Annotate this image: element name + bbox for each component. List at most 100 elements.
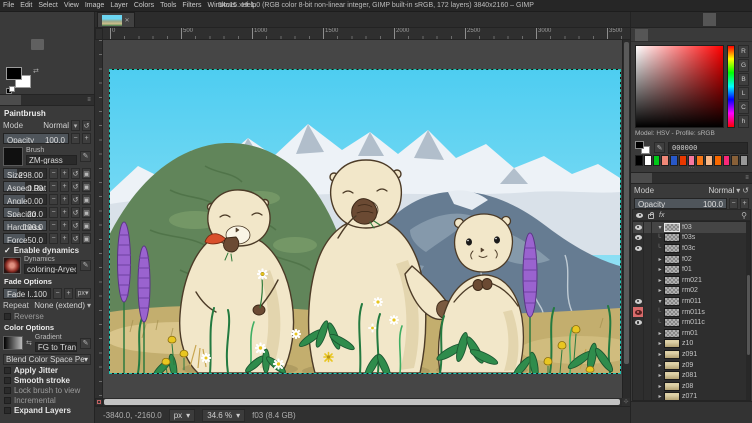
slider-track[interactable]: Angle 0.00 <box>3 194 47 205</box>
opacity-decrement-icon[interactable]: − <box>71 133 80 144</box>
layer-row[interactable]: ▸ z081 <box>633 370 750 381</box>
slider-track[interactable]: Spacing 20.0 <box>3 207 47 218</box>
expander-icon[interactable]: ▸ <box>656 340 664 347</box>
default-colors-icon[interactable] <box>6 86 14 93</box>
visibility-toggle[interactable] <box>633 307 644 318</box>
decrement-icon[interactable]: − <box>49 181 58 192</box>
palette-swatch[interactable] <box>679 155 687 166</box>
horizontal-scrollbar[interactable] <box>103 398 622 406</box>
link-cell[interactable] <box>644 254 652 265</box>
gradient-flip-icon[interactable]: ⇆ <box>26 339 32 347</box>
layer-row[interactable]: ▸ z10 <box>633 339 750 350</box>
unified-transform-tool[interactable] <box>73 27 86 38</box>
menu-item[interactable]: File <box>0 2 17 9</box>
visibility-toggle[interactable] <box>633 296 644 307</box>
palette-swatch[interactable] <box>644 155 652 166</box>
tab-palettes[interactable] <box>689 13 702 26</box>
tab-channels[interactable] <box>652 173 673 183</box>
layer-row[interactable]: ▸ z091 <box>633 349 750 360</box>
channel-button[interactable]: G <box>738 59 749 72</box>
decrement-icon[interactable]: − <box>49 194 58 205</box>
layer-row[interactable]: ▸ f02 <box>633 254 750 265</box>
increment-icon[interactable]: + <box>60 207 69 218</box>
menu-item[interactable]: View <box>61 2 82 9</box>
expander-icon[interactable]: ▸ <box>656 266 664 273</box>
menu-item[interactable]: Image <box>82 2 107 9</box>
visibility-toggle[interactable] <box>633 264 644 275</box>
brush-edit-icon[interactable]: ✎ <box>80 151 91 162</box>
expander-icon[interactable]: ▸ <box>656 330 664 337</box>
layer-list-scrollbar[interactable] <box>746 222 750 400</box>
menu-item[interactable]: Edit <box>17 2 35 9</box>
opacity-decrement-icon[interactable]: − <box>729 198 738 209</box>
hex-color-input[interactable] <box>668 142 748 154</box>
visibility-toggle[interactable] <box>633 233 644 244</box>
tablet-link-icon[interactable]: ▣ <box>82 233 91 244</box>
palette-swatch[interactable] <box>714 155 722 166</box>
expander-icon[interactable]: ▸ <box>656 351 664 358</box>
gradient-name-field[interactable]: FG to Transpar <box>35 342 77 352</box>
reverse-checkbox[interactable]: Reverse <box>0 311 94 321</box>
slider-track[interactable]: Hardness 100.0 <box>3 220 47 231</box>
palette-swatch[interactable] <box>670 155 678 166</box>
visibility-toggle[interactable] <box>633 286 644 297</box>
scroll-left-button[interactable] <box>633 13 646 26</box>
checkbox-box[interactable] <box>4 387 11 394</box>
fade-increment-icon[interactable]: + <box>64 288 73 299</box>
search-icon[interactable]: ⚲ <box>741 211 747 220</box>
unit-dropdown[interactable]: px▾ <box>169 409 195 422</box>
layer-row[interactable]: └ rm011c <box>633 317 750 328</box>
link-cell[interactable] <box>644 317 652 328</box>
layer-row[interactable]: └ rm011s <box>633 307 750 318</box>
palette-swatch[interactable] <box>635 155 643 166</box>
tab-tool-options[interactable] <box>0 95 21 105</box>
option-checkbox[interactable]: Smooth stroke <box>0 375 94 385</box>
tab-paths[interactable] <box>673 173 694 183</box>
zoom-dropdown[interactable]: 34.6 %▾ <box>202 409 245 422</box>
checkbox-box[interactable] <box>4 313 11 320</box>
move-tool[interactable] <box>3 27 16 38</box>
visibility-toggle[interactable] <box>633 381 644 392</box>
expander-icon[interactable]: ▸ <box>656 277 664 284</box>
link-cell[interactable] <box>644 233 652 244</box>
tab-patterns[interactable] <box>661 13 674 26</box>
link-cell[interactable] <box>644 349 652 360</box>
link-cell[interactable] <box>644 243 652 254</box>
crop-tool[interactable] <box>59 27 72 38</box>
expander-icon[interactable]: ▸ <box>656 256 664 263</box>
link-cell[interactable] <box>644 264 652 275</box>
warp-transform-tool[interactable] <box>3 39 16 50</box>
expander-icon[interactable]: ▾ <box>656 224 664 231</box>
dockable-menu-button[interactable] <box>731 13 744 26</box>
canvas-image[interactable] <box>110 70 620 373</box>
layer-row[interactable]: ▸ z08 <box>633 381 750 392</box>
blend-color-space-dropdown[interactable]: Blend Color Space Perce... ▾ <box>3 354 91 365</box>
text-tool[interactable] <box>17 51 30 62</box>
reset-icon[interactable]: ↺ <box>71 220 80 231</box>
opacity-increment-icon[interactable]: + <box>740 198 749 209</box>
swap-colors-icon[interactable]: ⇄ <box>33 67 39 75</box>
layer-opacity-slider[interactable]: Opacity 100.0 <box>634 198 727 209</box>
visibility-toggle[interactable] <box>633 392 644 402</box>
vertical-ruler[interactable] <box>95 40 103 398</box>
menu-item[interactable]: Colors <box>131 2 157 9</box>
link-cell[interactable] <box>644 328 652 339</box>
tablet-link-icon[interactable]: ▣ <box>82 181 91 192</box>
option-checkbox[interactable]: Lock brush to view <box>0 385 94 395</box>
color-tab-wheel[interactable] <box>683 29 696 41</box>
brush-name-field[interactable]: ZM-grass <box>26 155 77 165</box>
palette-swatch[interactable] <box>661 155 669 166</box>
scissors-select-tool[interactable] <box>45 27 58 38</box>
color-tab-watercolor[interactable] <box>667 29 680 41</box>
link-cell[interactable] <box>644 222 652 233</box>
expander-icon[interactable]: ▸ <box>656 372 664 379</box>
image-tab[interactable]: ✕ <box>97 12 135 27</box>
layer-row[interactable]: ▾ f03 <box>633 222 750 233</box>
expander-icon[interactable]: ▸ <box>656 393 664 400</box>
tablet-link-icon[interactable]: ▣ <box>82 207 91 218</box>
layer-row[interactable]: ▸ rm01 <box>633 328 750 339</box>
menu-item[interactable]: Layer <box>107 2 131 9</box>
fade-slider[interactable]: Fade l... 100 <box>3 288 51 299</box>
tab-device-status[interactable] <box>21 95 42 105</box>
visibility-toggle[interactable] <box>633 360 644 371</box>
